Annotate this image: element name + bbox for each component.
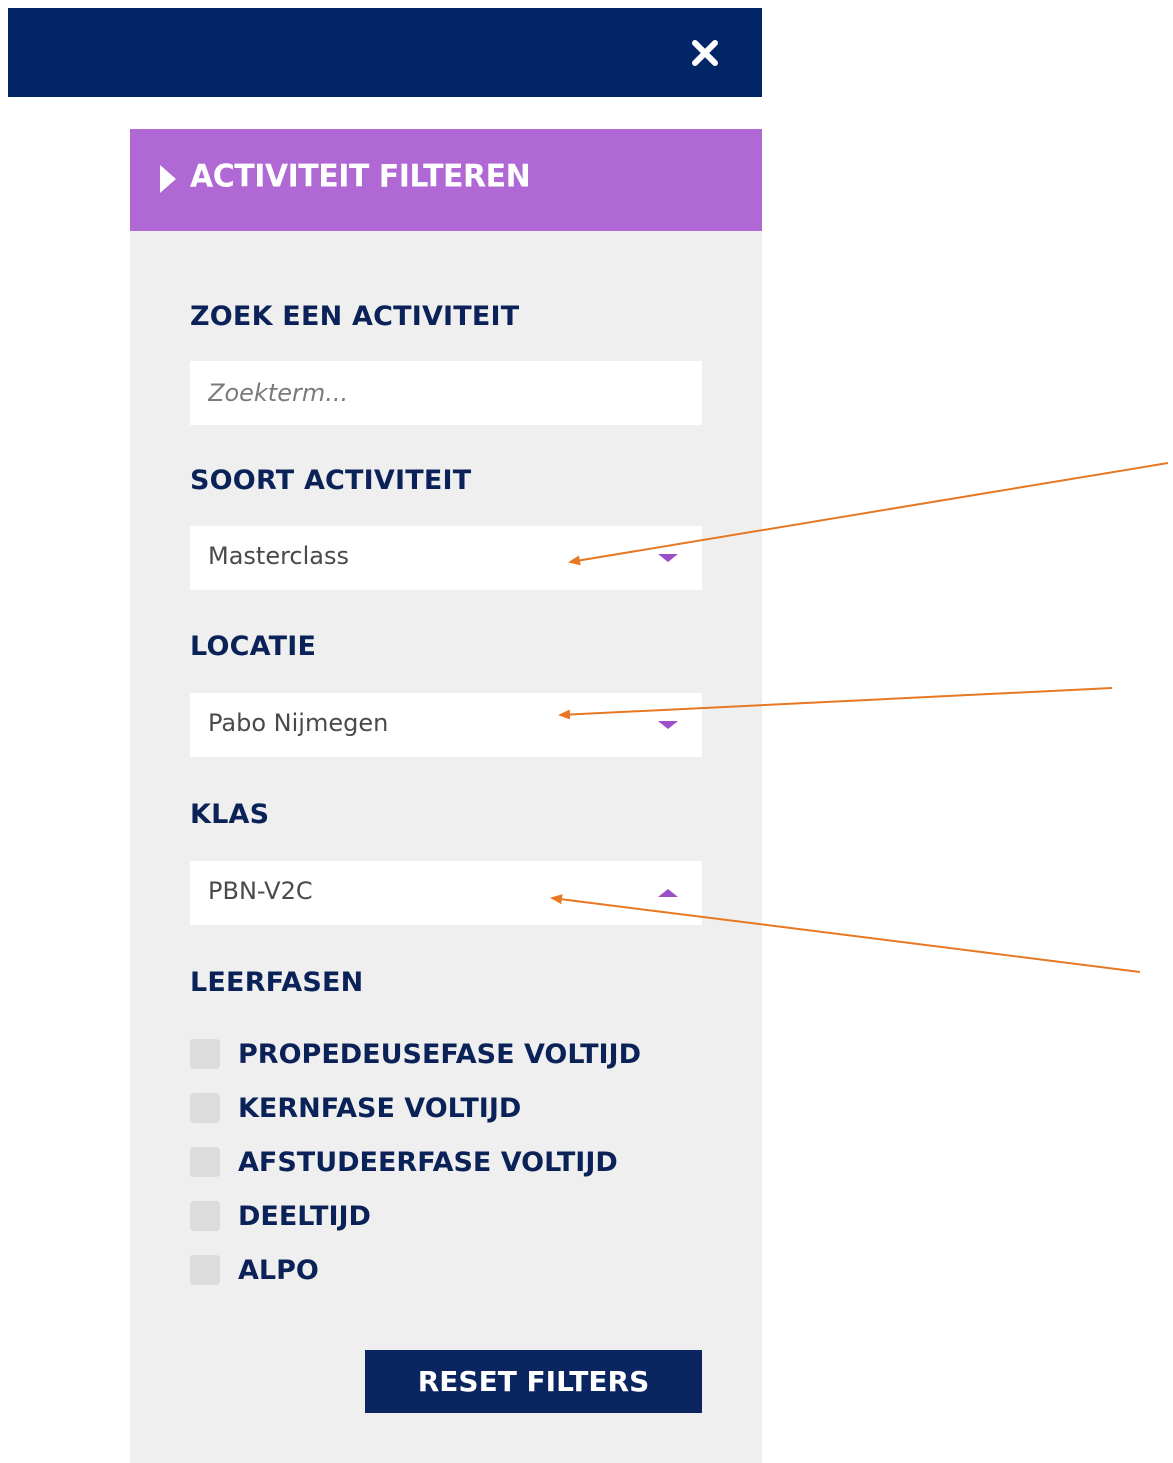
annotation-arrows [550, 462, 1169, 973]
annotation-arrow [550, 894, 1141, 973]
annotation-arrow [568, 462, 1169, 566]
annotation-arrow [558, 687, 1113, 720]
